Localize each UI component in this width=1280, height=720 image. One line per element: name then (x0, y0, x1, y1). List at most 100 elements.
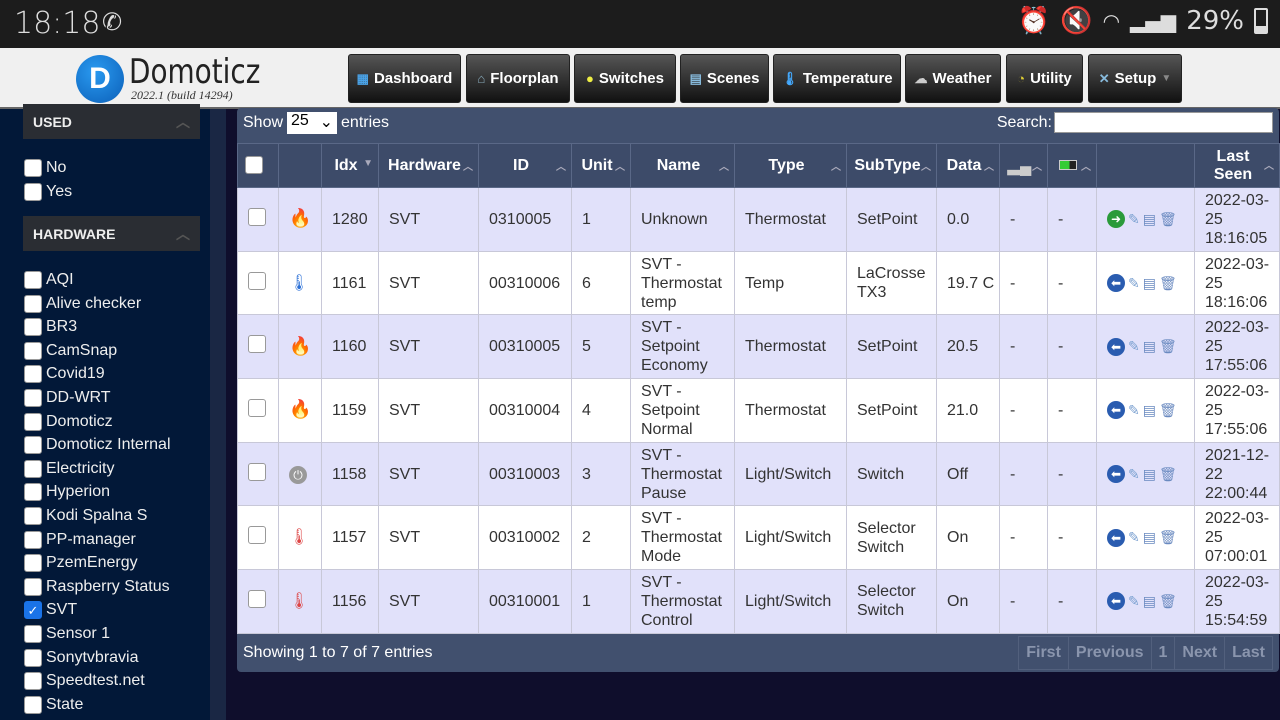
filter-item[interactable]: Hyperion (24, 483, 110, 502)
select-all-checkbox[interactable] (245, 156, 263, 175)
filter-checkbox[interactable] (24, 695, 42, 714)
filter-checkbox[interactable] (24, 159, 42, 177)
filter-item[interactable]: Domoticz (24, 412, 113, 431)
filter-checkbox[interactable] (24, 625, 42, 643)
nav-weather[interactable]: ☁ Weather (905, 54, 1001, 103)
log-icon[interactable]: ▤ (1143, 210, 1156, 229)
remove-device-icon[interactable]: ⬅ (1107, 528, 1125, 547)
table-row[interactable]: 🌡 1161 SVT 00310006 6 SVT - Thermostat temp T… (237, 250, 1280, 316)
nav-floorplan[interactable]: ⌂ Floorplan (466, 54, 570, 103)
row-checkbox[interactable] (248, 589, 266, 608)
filter-checkbox[interactable] (24, 271, 42, 289)
pager-next[interactable]: Next (1175, 637, 1226, 669)
nav-scenes[interactable]: ▤ Scenes (680, 54, 769, 103)
filter-item[interactable]: Sonytvbravia (24, 648, 139, 667)
table-row[interactable]: 🔥 1280 SVT 0310005 1 Unknown Thermostat SetPoi… (237, 187, 1280, 252)
row-select[interactable] (237, 569, 279, 634)
filter-item[interactable]: Raspberry Status (24, 577, 170, 596)
edit-icon[interactable]: ✎ (1128, 592, 1140, 611)
pager-page-1[interactable]: 1 (1152, 637, 1176, 669)
log-icon[interactable]: ▤ (1143, 274, 1156, 293)
filter-item[interactable]: State (24, 695, 83, 714)
filter-checkbox[interactable] (24, 577, 42, 596)
remove-device-icon[interactable]: ⬅ (1107, 337, 1125, 356)
filter-checkbox[interactable] (24, 507, 42, 525)
filter-checkbox[interactable] (24, 436, 42, 455)
filter-item[interactable]: PzemEnergy (24, 554, 138, 573)
filter-item[interactable]: Electricity (24, 459, 114, 478)
col-name[interactable]: Name ︿ (630, 143, 735, 188)
filter-checkbox[interactable] (24, 318, 42, 337)
nav-switches[interactable]: ● Switches (574, 54, 676, 103)
remove-device-icon[interactable]: ⬅ (1107, 592, 1125, 611)
delete-icon[interactable]: 🗑 (1159, 528, 1177, 547)
filter-item[interactable]: BR3 (24, 318, 77, 337)
filter-item[interactable]: Domoticz Internal (24, 436, 171, 455)
nav-temperature[interactable]: 🌡 Temperature (773, 54, 901, 103)
hardware-section-header[interactable]: HARDWARE ︿ (23, 216, 200, 251)
table-row[interactable]: ⏻ 1158 SVT 00310003 3 SVT - Thermostat Pause… (237, 441, 1280, 507)
row-select[interactable] (237, 378, 279, 443)
table-row[interactable]: 🔥 1160 SVT 00310005 5 SVT - Setpoint Economy… (237, 314, 1280, 380)
log-icon[interactable]: ▤ (1143, 337, 1156, 356)
delete-icon[interactable]: 🗑 (1159, 401, 1177, 420)
search-input[interactable] (1054, 112, 1273, 133)
filter-item[interactable]: Sensor 1 (24, 625, 110, 643)
filter-item[interactable]: PP-manager (24, 530, 136, 549)
remove-device-icon[interactable]: ⬅ (1107, 274, 1125, 293)
edit-icon[interactable]: ✎ (1128, 401, 1140, 420)
filter-item[interactable]: Kodi Spalna S (24, 507, 147, 525)
remove-device-icon[interactable]: ⬅ (1107, 465, 1125, 484)
row-select[interactable] (237, 314, 279, 380)
filter-checkbox[interactable] (24, 483, 42, 502)
row-checkbox[interactable] (248, 271, 266, 290)
col-signal[interactable]: ▂▄ ︿ (999, 143, 1048, 188)
row-select[interactable] (237, 505, 279, 571)
delete-icon[interactable]: 🗑 (1159, 465, 1177, 484)
log-icon[interactable]: ▤ (1143, 592, 1156, 611)
delete-icon[interactable]: 🗑 (1159, 337, 1177, 356)
edit-icon[interactable]: ✎ (1128, 528, 1140, 547)
add-device-icon[interactable]: ➜ (1107, 210, 1125, 229)
col-battery[interactable]: ︿ (1047, 143, 1097, 188)
edit-icon[interactable]: ✎ (1128, 465, 1140, 484)
filter-checkbox[interactable] (24, 294, 42, 313)
nav-utility[interactable]: ◔ Utility (1006, 54, 1083, 103)
entries-select[interactable]: 25 ⌄ (287, 112, 338, 134)
delete-icon[interactable]: 🗑 (1159, 592, 1177, 611)
log-icon[interactable]: ▤ (1143, 465, 1156, 484)
filter-checkbox[interactable] (24, 672, 42, 691)
col-unit[interactable]: Unit ︿ (571, 143, 631, 188)
filter-checkbox[interactable] (24, 341, 42, 360)
filter-item[interactable]: Yes (24, 182, 72, 201)
filter-item[interactable]: Covid19 (24, 365, 105, 384)
row-checkbox[interactable] (248, 207, 266, 226)
pager-first[interactable]: First (1019, 637, 1069, 669)
select-all-header[interactable] (237, 143, 279, 188)
log-icon[interactable]: ▤ (1143, 401, 1156, 420)
row-checkbox[interactable] (248, 462, 266, 481)
col-id[interactable]: ID ︿ (478, 143, 572, 188)
filter-item[interactable]: CamSnap (24, 341, 117, 360)
filter-checkbox[interactable] (24, 389, 42, 407)
filter-checkbox[interactable] (24, 554, 42, 573)
col-type[interactable]: Type ︿ (734, 143, 847, 188)
log-icon[interactable]: ▤ (1143, 528, 1156, 547)
col-idx[interactable]: Idx ▼ (321, 143, 379, 188)
filter-item[interactable]: DD-WRT (24, 389, 111, 407)
filter-checkbox[interactable] (24, 365, 42, 384)
col-hardware[interactable]: Hardware ︿ (378, 143, 479, 188)
col-last-seen[interactable]: Last Seen ︿ (1194, 143, 1280, 188)
nav-dashboard[interactable]: ▦ Dashboard (348, 54, 461, 103)
pager-last[interactable]: Last (1225, 637, 1272, 669)
table-row[interactable]: 🔥 1159 SVT 00310004 4 SVT - Setpoint Normal T… (237, 378, 1280, 443)
filter-item[interactable]: Alive checker (24, 294, 141, 313)
filter-checkbox[interactable] (24, 530, 42, 549)
row-select[interactable] (237, 250, 279, 316)
row-checkbox[interactable] (248, 335, 266, 354)
filter-item[interactable]: Speedtest.net (24, 672, 145, 691)
row-select[interactable] (237, 187, 279, 252)
delete-icon[interactable]: 🗑 (1159, 210, 1177, 229)
edit-icon[interactable]: ✎ (1128, 337, 1140, 356)
filter-checkbox[interactable] (24, 648, 42, 667)
